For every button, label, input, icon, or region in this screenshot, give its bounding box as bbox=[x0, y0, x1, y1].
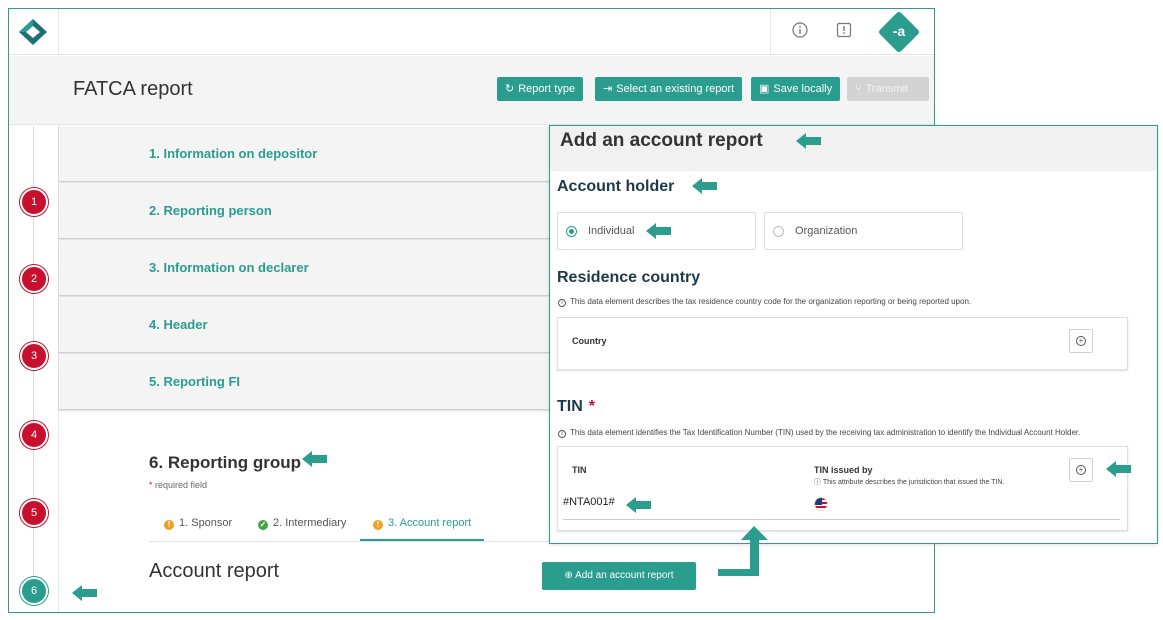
us-flag-icon[interactable] bbox=[814, 497, 828, 511]
top-right-toolbar: -a bbox=[770, 9, 934, 55]
check-icon: ✓ bbox=[258, 520, 268, 530]
tin-field-box: TIN TIN issued by ⓘ This attribute descr… bbox=[557, 446, 1128, 531]
tin-heading-text: TIN bbox=[557, 398, 583, 415]
transmit-label: Transmit bbox=[865, 83, 908, 95]
tin-field-label: TIN bbox=[572, 465, 587, 475]
tab-account-report[interactable]: ! 3. Account report bbox=[373, 517, 471, 530]
select-existing-report-button[interactable]: ⇥ Select an existing report bbox=[595, 77, 743, 101]
logo-icon bbox=[19, 19, 47, 45]
select-existing-label: Select an existing report bbox=[616, 83, 735, 95]
avatar-initials: -a bbox=[892, 23, 906, 39]
report-type-label: Report type bbox=[518, 83, 576, 95]
user-avatar[interactable]: -a bbox=[877, 10, 921, 54]
residence-info-text: This data element describes the tax resi… bbox=[570, 297, 972, 306]
page-header: FATCA report ↻ Report type ⇥ Select an exi… bbox=[9, 56, 934, 125]
top-bar: -a bbox=[9, 9, 934, 55]
annotation-arrow-icon bbox=[1106, 461, 1131, 477]
step-rail: 1 2 3 4 5 6 bbox=[9, 126, 59, 612]
country-field-box: Country + bbox=[557, 317, 1128, 370]
section-label: 5. Reporting FI bbox=[149, 374, 240, 389]
section-label: 2. Reporting person bbox=[149, 203, 272, 218]
tin-issued-by-info: ⓘ This attribute describes the jurisdict… bbox=[814, 477, 1004, 487]
tin-info: i This data element identifies the Tax Id… bbox=[558, 428, 1080, 438]
required-field-note: * required field bbox=[149, 480, 207, 490]
app-logo[interactable] bbox=[9, 9, 59, 55]
required-star: * bbox=[588, 398, 596, 415]
tab-sponsor[interactable]: ! 1. Sponsor bbox=[164, 517, 232, 530]
add-tin-issuer-button[interactable]: + bbox=[1069, 458, 1093, 482]
required-text: required field bbox=[155, 480, 208, 490]
section-label: 4. Header bbox=[149, 317, 208, 332]
account-report-title: Account report bbox=[149, 560, 280, 582]
account-holder-heading: Account holder bbox=[557, 178, 675, 195]
warning-icon: ! bbox=[164, 520, 174, 530]
save-locally-button[interactable]: ▣ Save locally bbox=[751, 77, 841, 101]
tin-info-text: This data element identifies the Tax Ide… bbox=[570, 428, 1081, 437]
page-title: FATCA report bbox=[73, 78, 193, 100]
add-account-report-panel: Add an account report Account holder Ind… bbox=[549, 125, 1158, 544]
annotation-arrow-icon bbox=[302, 451, 327, 467]
panel-header: Add an account report bbox=[550, 126, 1157, 171]
tab-account-report-label: 3. Account report bbox=[388, 517, 472, 529]
radio-unchecked-icon bbox=[773, 226, 784, 237]
radio-individual-label: Individual bbox=[588, 225, 635, 237]
transmit-button[interactable]: ⑂ Transmit bbox=[847, 77, 929, 101]
add-account-report-button[interactable]: ⊕ Add an account report bbox=[542, 562, 696, 590]
required-star: * bbox=[149, 480, 153, 490]
active-tab-indicator bbox=[360, 539, 484, 541]
save-locally-label: Save locally bbox=[773, 83, 833, 95]
plus-circle-icon: + bbox=[1076, 465, 1086, 475]
tab-sponsor-label: 1. Sponsor bbox=[179, 517, 233, 529]
step-2-indicator[interactable]: 2 bbox=[20, 265, 48, 293]
radio-organization-label: Organization bbox=[795, 225, 858, 237]
feedback-icon[interactable] bbox=[836, 22, 852, 38]
country-label: Country bbox=[572, 336, 607, 346]
add-account-report-label: Add an account report bbox=[575, 570, 674, 581]
residence-info: i This data element describes the tax res… bbox=[558, 297, 971, 307]
add-country-button[interactable]: + bbox=[1069, 329, 1093, 353]
info-icon: ⓘ bbox=[814, 479, 821, 486]
plus-circle-icon: + bbox=[1076, 336, 1086, 346]
annotation-arrow-icon bbox=[72, 585, 97, 601]
step-6-indicator[interactable]: 6 bbox=[20, 577, 48, 605]
warning-icon: ! bbox=[373, 520, 383, 530]
annotation-arrow-icon bbox=[626, 497, 651, 513]
tab-intermediary-label: 2. Intermediary bbox=[273, 517, 347, 529]
info-icon: i bbox=[558, 299, 566, 307]
radio-organization[interactable]: Organization bbox=[764, 212, 963, 250]
step-5-indicator[interactable]: 5 bbox=[20, 499, 48, 527]
step-4-indicator[interactable]: 4 bbox=[20, 421, 48, 449]
residence-country-heading: Residence country bbox=[557, 269, 701, 286]
info-icon[interactable] bbox=[792, 22, 808, 38]
step-1-indicator[interactable]: 1 bbox=[20, 188, 48, 216]
tab-intermediary[interactable]: ✓ 2. Intermediary bbox=[258, 517, 346, 530]
reporting-group-title: 6. Reporting group bbox=[149, 453, 302, 472]
refresh-icon: ↻ bbox=[505, 83, 515, 95]
radio-checked-icon bbox=[566, 226, 577, 237]
report-type-button[interactable]: ↻ Report type bbox=[497, 77, 584, 101]
annotation-elbow-arrow-icon bbox=[718, 526, 768, 576]
save-icon: ▣ bbox=[759, 83, 770, 95]
import-icon: ⇥ bbox=[603, 83, 613, 95]
annotation-arrow-icon bbox=[646, 223, 671, 239]
step-3-indicator[interactable]: 3 bbox=[20, 342, 48, 370]
section-label: 3. Information on declarer bbox=[149, 260, 309, 275]
tin-issued-by-info-text: This attribute describes the jurisdictio… bbox=[822, 479, 1005, 486]
tin-heading: TIN * bbox=[557, 398, 595, 416]
share-icon: ⑂ bbox=[855, 83, 862, 95]
plus-circle-icon: ⊕ bbox=[564, 570, 573, 581]
tin-issued-by-label: TIN issued by bbox=[814, 465, 873, 475]
panel-title: Add an account report bbox=[560, 130, 763, 151]
section-label: 1. Information on depositor bbox=[149, 146, 318, 161]
annotation-arrow-icon bbox=[796, 133, 821, 149]
annotation-arrow-icon bbox=[692, 178, 717, 194]
tin-input[interactable]: #NTA001# bbox=[563, 496, 615, 508]
info-icon: i bbox=[558, 430, 566, 438]
